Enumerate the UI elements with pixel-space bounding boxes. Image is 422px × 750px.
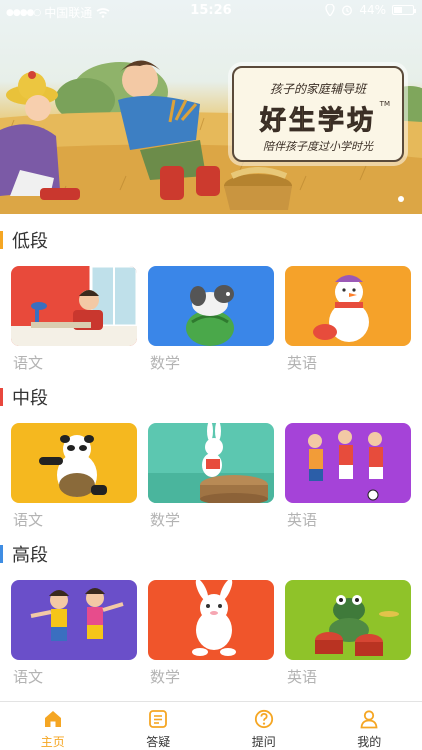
card-low-math-label: 数学 [150, 354, 181, 372]
card-mid-chinese-image [11, 423, 137, 503]
card-high-math-label: 数学 [150, 668, 181, 686]
brand-title: 好生学坊 [259, 106, 376, 137]
banner-carousel[interactable]: ●●●●○ 中国联通 15:26 44% 孩子的家庭辅导班 好生学坊 TM 陪伴… [0, 0, 422, 214]
card-high-math[interactable] [148, 580, 274, 660]
section-title-low: 低段 [12, 231, 48, 252]
section-accent-bar [0, 231, 3, 249]
tab-me-label: 我的 [357, 735, 382, 749]
card-high-math-image [148, 580, 274, 660]
card-mid-math-label: 数学 [150, 511, 181, 529]
sign-tagline-top: 孩子的家庭辅导班 [269, 82, 366, 96]
card-low-english[interactable] [285, 266, 411, 346]
card-low-chinese-image [11, 266, 137, 346]
card-high-chinese[interactable] [11, 580, 137, 660]
battery-icon [392, 5, 416, 15]
card-mid-english[interactable] [285, 423, 411, 503]
card-low-english-image [285, 266, 411, 346]
tab-ask[interactable]: 提问 [211, 702, 317, 750]
battery-percent: 44% [359, 3, 386, 17]
card-high-english-image [285, 580, 411, 660]
trademark-mark: TM [379, 100, 390, 108]
battery-level [394, 7, 402, 13]
status-bar: ●●●●○ 中国联通 15:26 44% [0, 0, 422, 22]
card-mid-chinese-label: 语文 [13, 511, 44, 529]
card-mid-chinese[interactable] [11, 423, 137, 503]
brand-sign: 孩子的家庭辅导班 好生学坊 TM 陪伴孩子度过小学时光 [232, 66, 404, 162]
section-header-low: 低段 [0, 228, 48, 252]
card-high-chinese-image [11, 580, 137, 660]
card-low-math[interactable] [148, 266, 274, 346]
bottom-tab-bar: 主页 答疑 提问 我的 [0, 701, 422, 750]
section-header-high: 高段 [0, 542, 48, 566]
card-mid-math[interactable] [148, 423, 274, 503]
section-header-mid: 中段 [0, 385, 48, 409]
location-icon [325, 4, 335, 16]
tab-me[interactable]: 我的 [317, 702, 422, 750]
card-low-chinese[interactable] [11, 266, 137, 346]
carousel-indicator[interactable] [398, 196, 404, 202]
home-icon [44, 711, 61, 727]
question-icon [254, 709, 273, 729]
status-right-group: 44% [325, 3, 416, 17]
user-icon [360, 710, 378, 729]
card-low-chinese-label: 语文 [13, 354, 44, 372]
tab-ask-label: 提问 [251, 735, 276, 749]
section-title-mid: 中段 [12, 388, 48, 409]
alarm-icon [342, 5, 353, 16]
card-high-english-label: 英语 [287, 668, 318, 686]
card-high-english[interactable] [285, 580, 411, 660]
card-high-chinese-label: 语文 [13, 668, 44, 686]
tab-home[interactable]: 主页 [0, 702, 106, 750]
message-icon [149, 710, 168, 728]
section-accent-bar [0, 545, 3, 563]
card-low-math-image [148, 266, 274, 346]
card-low-english-label: 英语 [287, 354, 318, 372]
sign-tagline-bottom: 陪伴孩子度过小学时光 [263, 140, 373, 153]
tab-answers[interactable]: 答疑 [106, 702, 212, 750]
home-screen: ●●●●○ 中国联通 15:26 44% 孩子的家庭辅导班 好生学坊 TM 陪伴… [0, 0, 422, 750]
card-mid-math-image [148, 423, 274, 503]
tab-home-label: 主页 [40, 735, 65, 749]
card-mid-english-label: 英语 [287, 511, 318, 529]
card-mid-english-image [285, 423, 411, 503]
section-title-high: 高段 [12, 545, 48, 566]
tab-answers-label: 答疑 [146, 735, 171, 749]
section-accent-bar [0, 388, 3, 406]
